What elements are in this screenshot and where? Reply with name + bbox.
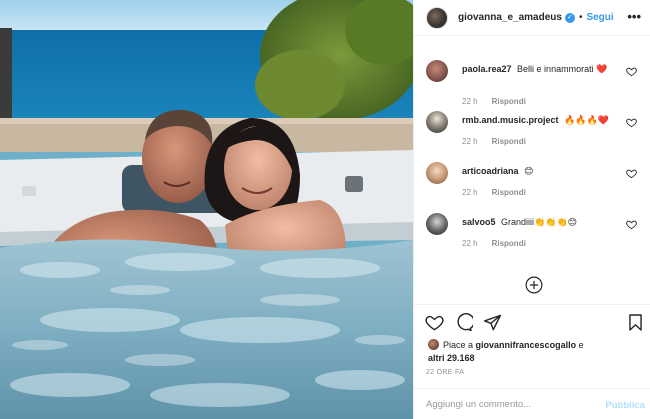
- comment-meta: 22 h Rispondi: [462, 188, 526, 197]
- more-options-icon[interactable]: •••: [627, 9, 641, 24]
- comment-body: rmb.and.music.project 🔥🔥🔥❤️: [462, 114, 622, 126]
- liker-avatar: [428, 339, 439, 350]
- comment-username[interactable]: paola.rea27: [462, 64, 512, 74]
- small-heart-icon[interactable]: [626, 168, 637, 179]
- comment-username[interactable]: rmb.and.music.project: [462, 115, 559, 125]
- comment-meta: 22 h Rispondi: [462, 239, 526, 248]
- follow-button[interactable]: Segui: [586, 12, 613, 23]
- comment-text: Belli e innammorati ❤️: [517, 64, 608, 74]
- commenter-avatar[interactable]: [426, 111, 448, 133]
- commenter-avatar[interactable]: [426, 213, 448, 235]
- comment-time: 22 h: [462, 137, 478, 146]
- comment-meta: 22 h Rispondi: [462, 137, 526, 146]
- header-separator: •: [578, 12, 583, 23]
- reply-button[interactable]: Rispondi: [492, 137, 526, 146]
- reply-button[interactable]: Rispondi: [492, 239, 526, 248]
- add-comment-bar: Pubblica: [414, 388, 650, 419]
- reply-button[interactable]: Rispondi: [492, 188, 526, 197]
- small-heart-icon[interactable]: [626, 66, 637, 77]
- post-actions: Piace a giovannifrancescogallo e altri 2…: [414, 304, 650, 366]
- comment-text: 😊: [524, 166, 534, 176]
- comment-meta: 22 h Rispondi: [462, 97, 526, 106]
- liker-username[interactable]: giovannifrancescogallo: [476, 340, 577, 350]
- comment-item: paola.rea27 Belli e innammorati ❤️ 22 h R…: [414, 56, 650, 107]
- verified-badge-icon: ✓: [564, 12, 575, 23]
- likes-others[interactable]: altri 29.168: [428, 353, 475, 363]
- comment-username[interactable]: articoadriana: [462, 166, 519, 176]
- comment-time: 22 h: [462, 188, 478, 197]
- publish-button[interactable]: Pubblica: [605, 400, 645, 411]
- comment-item: articoadriana 😊 22 h Rispondi: [414, 158, 650, 209]
- post-timestamp[interactable]: 22 ORE FA: [426, 369, 464, 376]
- comment-username[interactable]: salvoo5: [462, 217, 496, 227]
- post-photo: [0, 0, 413, 419]
- comment-bubble-icon[interactable]: [454, 313, 473, 332]
- likes-conjunction: e: [578, 340, 584, 350]
- comment-item: salvoo5 Grandiiii👏👏👏😊 22 h Rispondi: [414, 209, 650, 260]
- post-header: giovanna_e_amadeus ✓ • Segui •••: [414, 0, 650, 36]
- comment-text: Grandiiii👏👏👏😊: [501, 217, 578, 227]
- comment-body: paola.rea27 Belli e innammorati ❤️: [462, 63, 622, 75]
- comments-list: paola.rea27 Belli e innammorati ❤️ 22 h R…: [414, 56, 650, 260]
- heart-icon[interactable]: [425, 313, 444, 332]
- commenter-avatar[interactable]: [426, 162, 448, 184]
- commenter-avatar[interactable]: [426, 60, 448, 82]
- likes-summary: Piace a giovannifrancescogallo e altri 2…: [428, 339, 643, 365]
- bookmark-icon[interactable]: [626, 313, 645, 332]
- comment-body: articoadriana 😊: [462, 165, 622, 177]
- post-sidebar: giovanna_e_amadeus ✓ • Segui ••• paola.r…: [413, 0, 650, 419]
- comment-input[interactable]: [426, 397, 596, 412]
- reply-button[interactable]: Rispondi: [492, 97, 526, 106]
- comment-item: rmb.and.music.project 🔥🔥🔥❤️ 22 h Rispondi: [414, 107, 650, 158]
- comment-text: 🔥🔥🔥❤️: [564, 115, 609, 125]
- likes-prefix: Piace a: [443, 340, 474, 350]
- plus-circle-icon[interactable]: [525, 276, 543, 294]
- author-username[interactable]: giovanna_e_amadeus: [458, 12, 562, 23]
- comment-time: 22 h: [462, 239, 478, 248]
- comment-body: salvoo5 Grandiiii👏👏👏😊: [462, 216, 622, 228]
- paper-plane-icon[interactable]: [483, 313, 502, 332]
- small-heart-icon[interactable]: [626, 219, 637, 230]
- author-avatar[interactable]: [426, 6, 448, 29]
- comment-time: 22 h: [462, 97, 478, 106]
- small-heart-icon[interactable]: [626, 117, 637, 128]
